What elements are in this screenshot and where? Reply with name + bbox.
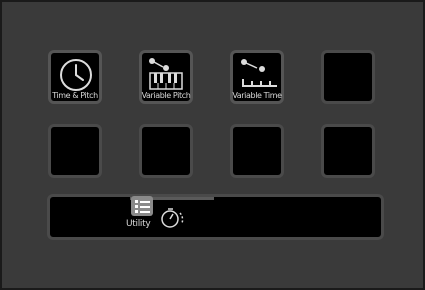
utility-bar[interactable]: [47, 194, 384, 240]
pad-empty[interactable]: [230, 124, 284, 178]
pad-label: Variable Pitch: [141, 91, 191, 100]
pad-label: Variable Time: [232, 91, 282, 100]
clock-icon: [60, 59, 92, 91]
pad-empty[interactable]: [139, 124, 193, 178]
pad-variable-time[interactable]: Variable Time: [230, 50, 284, 104]
ruler-icon: [241, 59, 277, 87]
pad-time-and-pitch[interactable]: Time & Pitch: [48, 50, 102, 104]
tuner-icon[interactable]: [158, 206, 188, 230]
pad-empty[interactable]: [48, 124, 102, 178]
pad-label: Time & Pitch: [52, 91, 98, 100]
pad-variable-pitch[interactable]: Variable Pitch: [139, 50, 193, 104]
pad-empty[interactable]: [321, 124, 375, 178]
pad-empty[interactable]: [321, 50, 375, 104]
device-panel: Time & Pitch Variable Pitch Variable Tim…: [0, 0, 425, 290]
keyboard-icon: [149, 58, 183, 90]
list-icon[interactable]: [131, 196, 153, 216]
